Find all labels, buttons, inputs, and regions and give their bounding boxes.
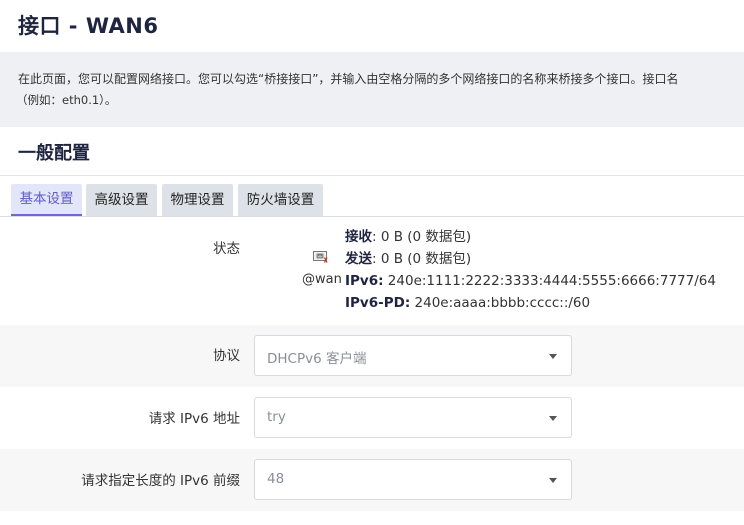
tabs-underline (0, 216, 744, 217)
protocol-row: 协议 DHCPv6 客户端 (0, 325, 744, 387)
request-ipv6-prefix-select[interactable]: 48 (254, 459, 572, 500)
ipv6-line: IPv6: 240e:1111:2222:3333:4444:5555:6666… (345, 270, 716, 292)
description-line-1: 在此页面，您可以配置网络接口。您可以勾选“桥接接口”，并输入由空格分隔的多个网络… (18, 72, 679, 86)
tab-physical-settings[interactable]: 物理设置 (162, 184, 233, 216)
protocol-select[interactable]: DHCPv6 客户端 (254, 335, 572, 376)
tx-line: 发送: 0 B (0 数据包) (345, 248, 716, 270)
rx-label: 接收 (345, 229, 372, 245)
status-label: 状态 (213, 241, 240, 257)
section-divider (0, 175, 744, 176)
ipv6pd-value: 240e:aaaa:bbbb:cccc::/60 (410, 295, 591, 311)
ipv6-label: IPv6: (345, 273, 384, 289)
request-ipv6-address-row: 请求 IPv6 地址 try (0, 387, 744, 449)
chevron-down-icon (549, 354, 557, 359)
request-ipv6-prefix-value: 48 (267, 471, 285, 487)
tab-basic-settings[interactable]: 基本设置 (11, 184, 82, 216)
ipv6-value: 240e:1111:2222:3333:4444:5555:6666:7777/… (383, 273, 716, 289)
page-description: 在此页面，您可以配置网络接口。您可以勾选“桥接接口”，并输入由空格分隔的多个网络… (0, 52, 744, 127)
tab-advanced-settings[interactable]: 高级设置 (86, 184, 157, 216)
page-title: 接口 - WAN6 (18, 14, 159, 38)
tx-label: 发送 (345, 251, 372, 267)
request-ipv6-prefix-row: 请求指定长度的 IPv6 前缀 48 (0, 449, 744, 511)
request-ipv6-address-value: try (267, 409, 286, 425)
rx-line: 接收: 0 B (0 数据包) (345, 226, 716, 248)
ipv6pd-line: IPv6-PD: 240e:aaaa:bbbb:cccc::/60 (345, 292, 716, 314)
status-details: 接收: 0 B (0 数据包) 发送: 0 B (0 数据包) IPv6: 24… (345, 226, 716, 314)
section-title: 一般配置 (18, 143, 90, 164)
protocol-label: 协议 (213, 348, 240, 364)
status-row: 状态 @wan 接收: 0 B (0 数据包) 发送: 0 B (0 数据包) … (0, 218, 744, 324)
description-line-2: （例如：eth0.1）。 (16, 93, 117, 107)
request-ipv6-address-select[interactable]: try (254, 397, 572, 438)
protocol-select-value: DHCPv6 客户端 (267, 351, 367, 367)
title-bar: 接口 - WAN6 (0, 0, 744, 52)
request-ipv6-address-label: 请求 IPv6 地址 (148, 411, 240, 427)
tab-firewall-settings[interactable]: 防火墙设置 (238, 184, 323, 216)
chevron-down-icon (549, 478, 557, 483)
ipv6pd-label: IPv6-PD: (345, 295, 411, 311)
tx-value: : 0 B (0 数据包) (372, 251, 472, 267)
chevron-down-icon (549, 416, 557, 421)
request-ipv6-prefix-label: 请求指定长度的 IPv6 前缀 (81, 473, 240, 489)
device-name: @wan (302, 272, 342, 287)
rx-value: : 0 B (0 数据包) (372, 229, 472, 245)
ethernet-port-icon (313, 251, 328, 263)
